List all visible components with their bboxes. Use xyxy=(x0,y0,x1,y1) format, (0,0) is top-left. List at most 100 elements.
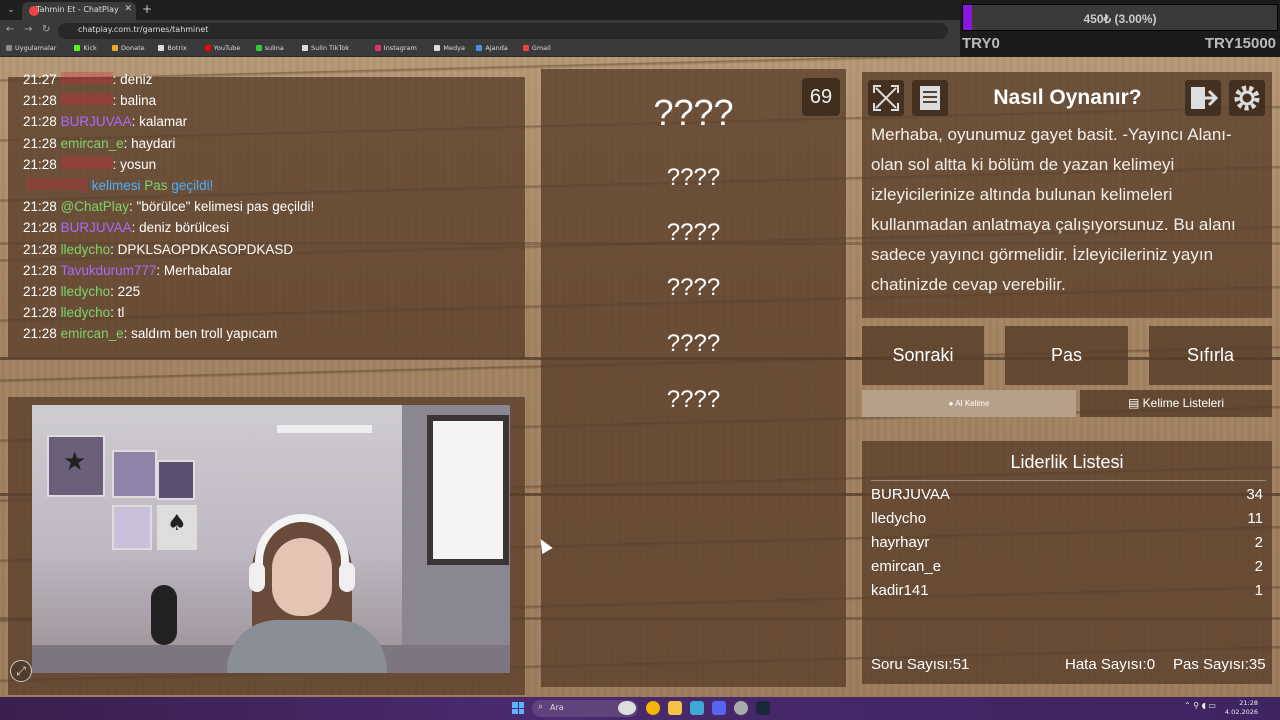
bookmark-label: Botrix xyxy=(167,44,187,52)
bookmark-favicon-icon xyxy=(522,45,529,51)
donation-goal: 450₺ (3.00%) TRY0 TRY15000 xyxy=(960,0,1280,57)
chat-message: 21:28 lledycho: 225 xyxy=(23,284,140,299)
chat-text: : haydari xyxy=(123,135,176,151)
chat-time: 21:28 xyxy=(23,93,57,109)
chat-message: 21:28 lledycho: tl xyxy=(23,305,124,320)
window-blind xyxy=(427,415,509,565)
chat-text: : "börülce" kelimesi pas geçildi! xyxy=(129,199,315,215)
tray-icons[interactable]: ⌃ ⚲ ◖ ▭ xyxy=(1184,701,1216,710)
new-tab-icon[interactable]: + xyxy=(142,2,152,16)
chat-text: : DPKLSAOPDKASOPDKASD xyxy=(110,241,294,257)
chat-message: 21:28 BURJUVAA: deniz börülcesi xyxy=(23,220,229,235)
redacted-username[interactable] xyxy=(60,72,113,84)
word-lists-label: Kelime Listeleri xyxy=(1142,396,1225,410)
chat-message: 21:28 lledycho: DPKLSAOPDKASOPDKASD xyxy=(23,242,293,257)
bookmarks-bar: Uygulamalar Kick Donate Botrix YouTube sulina… xyxy=(0,42,960,57)
browser-tab[interactable]: Tahmin Et - ChatPlay ✕ xyxy=(22,2,136,20)
donation-progress-label: 450₺ (3.00%) xyxy=(1083,12,1157,26)
chat-username[interactable]: emircan_e xyxy=(61,326,124,341)
help-text: Merhaba, oyunumuz gayet basit. -Yayıncı … xyxy=(871,125,1236,294)
leaderboard-name: lledycho xyxy=(871,510,927,527)
leaderboard-score: 11 xyxy=(1247,510,1263,527)
chat-username[interactable]: BURJUVAA xyxy=(61,220,132,235)
chat-text: : Merhabalar xyxy=(156,262,233,278)
pass-button[interactable]: Pas xyxy=(1005,326,1128,385)
chat-username[interactable]: @ChatPlay xyxy=(61,199,129,214)
url-text: chatplay.com.tr/games/tahminet xyxy=(78,25,209,34)
file-explorer-icon[interactable] xyxy=(668,701,682,715)
chat-username[interactable]: lledycho xyxy=(61,284,111,299)
chat-time: 21:28 xyxy=(23,241,57,257)
bookmark-item[interactable]: Sulin TikTok xyxy=(302,44,349,52)
bookmark-item[interactable]: Botrix xyxy=(158,44,187,52)
chat-system-text: geçildi! xyxy=(171,178,214,193)
redacted-username[interactable] xyxy=(60,93,113,106)
back-icon[interactable]: ← xyxy=(6,24,14,35)
discord-icon[interactable] xyxy=(712,701,726,715)
obs-icon[interactable] xyxy=(734,701,748,715)
steam-icon[interactable] xyxy=(756,701,770,715)
chat-message: 21:27 : deniz xyxy=(23,72,152,87)
settings-gear-icon[interactable] xyxy=(1229,80,1265,116)
redacted-username[interactable] xyxy=(60,156,113,169)
headphones-icon xyxy=(255,514,349,584)
tab-search-icon[interactable]: ⌄ xyxy=(4,3,18,17)
chat-text: : saldım ben troll yapıcam xyxy=(123,326,278,342)
ai-word-button[interactable]: ● AI Kelime xyxy=(862,390,1076,417)
bookmark-item[interactable]: Instagram xyxy=(374,44,417,52)
bookmark-favicon-icon xyxy=(6,45,12,51)
bookmark-label: Medya xyxy=(443,44,465,52)
tab-title: Tahmin Et - ChatPlay xyxy=(36,5,119,14)
bookmark-favicon-icon xyxy=(158,45,165,51)
help-title: Nasıl Oynanır? xyxy=(993,86,1142,109)
windows-start-icon[interactable] xyxy=(512,702,524,714)
bookmark-item[interactable]: Gmail xyxy=(522,44,551,52)
bookmark-label: sulina xyxy=(264,44,284,52)
webcam-feed: ★ ♠ xyxy=(32,405,510,673)
close-tab-icon[interactable]: ✕ xyxy=(124,4,132,14)
word-lists-button[interactable]: ▤ Kelime Listeleri xyxy=(1080,390,1272,417)
forbidden-word: ???? xyxy=(666,386,721,413)
reload-icon[interactable]: ↻ xyxy=(42,24,50,35)
chat-username[interactable]: Tavukdurum777 xyxy=(60,263,156,278)
chat-username[interactable]: lledycho xyxy=(61,242,111,257)
widget-icon[interactable] xyxy=(618,701,636,715)
bookmark-item[interactable]: Ajanda xyxy=(476,44,508,52)
bookmark-item[interactable]: YouTube xyxy=(204,44,240,52)
bookmark-label: Kick xyxy=(83,44,97,52)
forward-icon[interactable]: → xyxy=(24,24,32,35)
chat-message: kelimesi Pas geçildi! xyxy=(26,178,213,193)
url-field[interactable]: chatplay.com.tr/games/tahminet xyxy=(58,23,948,39)
chat-username[interactable]: lledycho xyxy=(61,305,111,320)
forbidden-word: ???? xyxy=(666,274,721,301)
bookmark-item[interactable]: Kick xyxy=(74,44,97,52)
expand-icon[interactable]: ⤢ xyxy=(10,660,32,682)
chat-username[interactable]: BURJUVAA xyxy=(61,114,132,129)
address-bar-row: ← → ↻ chatplay.com.tr/games/tahminet xyxy=(0,20,960,42)
bookmark-item[interactable]: Medya xyxy=(434,44,465,52)
bookmark-item[interactable]: Uygulamalar xyxy=(6,44,56,52)
chat-message: 21:28 @ChatPlay: "börülce" kelimesi pas … xyxy=(23,199,314,214)
bookmark-item[interactable]: Donate xyxy=(112,44,145,52)
reset-button[interactable]: Sıfırla xyxy=(1149,326,1272,385)
chat-username[interactable]: emircan_e xyxy=(61,136,124,151)
leaderboard-score: 1 xyxy=(1254,582,1263,599)
search-placeholder: Ara xyxy=(550,703,564,712)
chrome-icon[interactable] xyxy=(646,701,660,715)
chat-message: 21:28 : balina xyxy=(23,93,156,108)
streamer xyxy=(227,510,387,673)
bookmark-label: Donate xyxy=(121,44,145,52)
word-panel xyxy=(541,69,846,687)
bookmark-favicon-icon xyxy=(374,45,381,51)
app-icon[interactable] xyxy=(690,701,704,715)
leaderboard-score: 34 xyxy=(1246,486,1263,503)
logout-icon[interactable] xyxy=(1185,80,1221,116)
next-button[interactable]: Sonraki xyxy=(862,326,984,385)
leaderboard-name: emircan_e xyxy=(871,558,942,575)
bookmark-item[interactable]: sulina xyxy=(255,44,284,52)
fullscreen-icon[interactable] xyxy=(868,80,904,116)
target-word: ???? xyxy=(653,92,734,133)
clock-time: 21:28 xyxy=(1239,699,1258,707)
bookmark-label: Instagram xyxy=(383,44,417,52)
bookmark-label: Uygulamalar xyxy=(15,44,57,52)
